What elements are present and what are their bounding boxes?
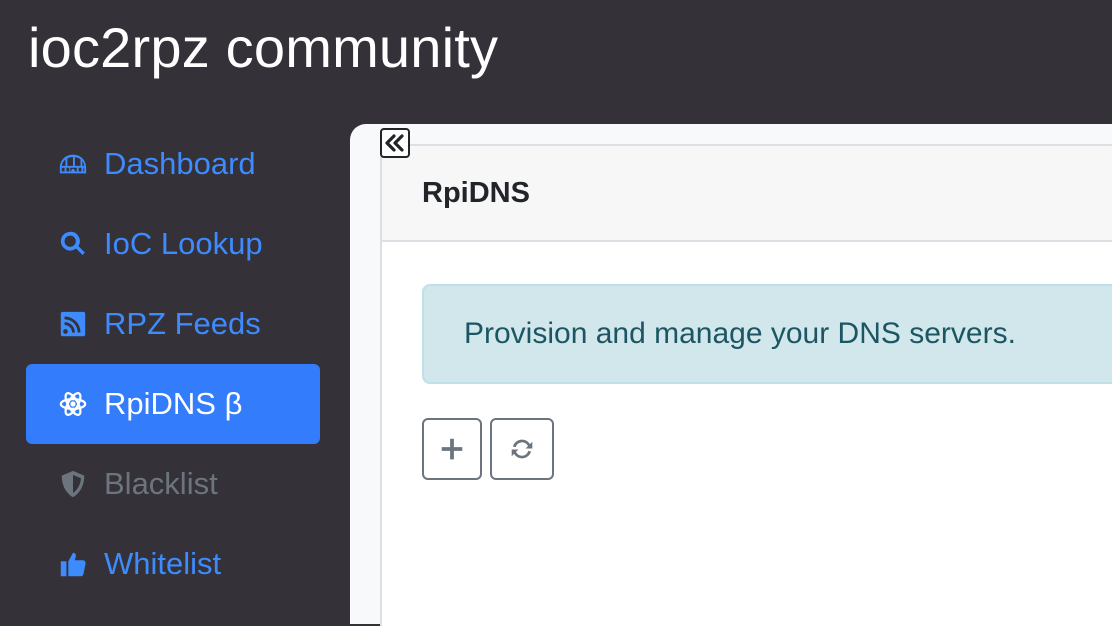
atom-icon [56, 387, 90, 421]
thumbs-up-icon [56, 547, 90, 581]
refresh-button[interactable] [490, 418, 554, 480]
sidebar-item-label: Blacklist [104, 466, 218, 501]
main-panel: RpiDNS Provision and manage your DNS ser… [350, 124, 1112, 626]
refresh-icon [511, 439, 533, 459]
collapse-sidebar-button[interactable] [380, 128, 410, 158]
sidebar-item-rpidns[interactable]: RpiDNS β [26, 364, 320, 444]
rpidns-card: RpiDNS Provision and manage your DNS ser… [380, 144, 1112, 626]
card-title: RpiDNS [382, 146, 1112, 242]
sidebar-item-rpz-feeds[interactable]: RPZ Feeds [26, 284, 320, 364]
sidebar-item-label: RpiDNS β [104, 386, 243, 421]
shield-icon [56, 467, 90, 501]
app-title: ioc2rpz community [28, 16, 499, 79]
sidebar-item-label: RPZ Feeds [104, 306, 261, 341]
sidebar-nav: Dashboard IoC Lookup RPZ Feeds RpiDNS β … [26, 124, 320, 604]
sidebar-item-blacklist[interactable]: Blacklist [26, 444, 320, 524]
info-alert: Provision and manage your DNS servers. [422, 284, 1112, 384]
search-icon [56, 227, 90, 261]
sidebar-item-whitelist[interactable]: Whitelist [26, 524, 320, 604]
rss-square-icon [56, 307, 90, 341]
sidebar-item-dashboard[interactable]: Dashboard [26, 124, 320, 204]
plus-icon [441, 438, 463, 460]
igloo-icon [56, 147, 90, 181]
sidebar-item-label: Whitelist [104, 546, 222, 581]
sidebar-item-ioc-lookup[interactable]: IoC Lookup [26, 204, 320, 284]
info-alert-text: Provision and manage your DNS servers. [464, 317, 1016, 350]
card-toolbar [422, 418, 554, 480]
sidebar-item-label: IoC Lookup [104, 226, 263, 261]
sidebar-item-label: Dashboard [104, 146, 256, 181]
double-chevron-left-icon [385, 134, 404, 152]
add-server-button[interactable] [422, 418, 482, 480]
